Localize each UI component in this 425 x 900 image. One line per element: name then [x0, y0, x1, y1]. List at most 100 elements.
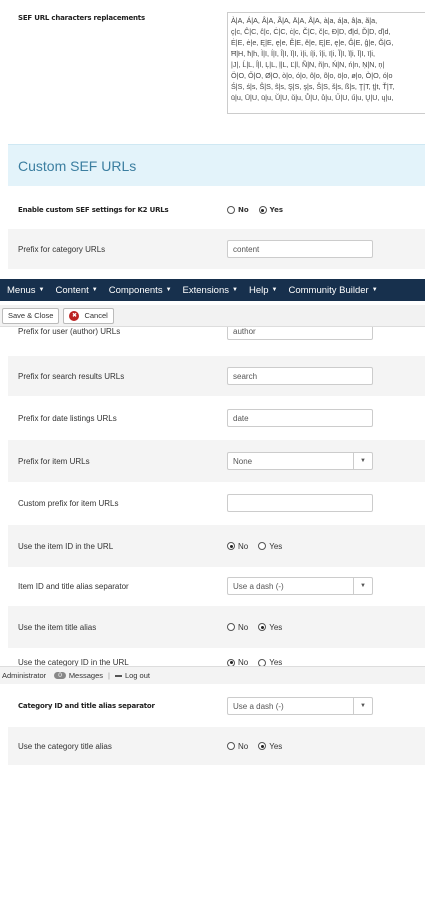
nav-components[interactable]: Components ▼ — [109, 285, 172, 296]
nav-help-label: Help — [248, 284, 269, 296]
sef-line: Ħ|H, ħ|h, Ì|I, Í|I, Î|I, Ï|I, ì|i, í|i, … — [231, 49, 375, 58]
custom-prefix-item-label: Custom prefix for item URLs — [18, 498, 119, 508]
use-category-alias-label: Use the category title alias — [18, 741, 112, 751]
use-category-id-radios: No Yes — [227, 658, 292, 666]
use-category-id-yes-option[interactable]: Yes — [258, 658, 282, 666]
use-item-id-label: Use the item ID in the URL — [18, 541, 114, 551]
use-item-alias-row: Use the item title alias No Yes — [8, 606, 425, 648]
use-item-id-row: Use the item ID in the URL No Yes — [8, 525, 425, 567]
radio-no[interactable] — [227, 658, 235, 666]
item-separator-select[interactable]: Use a dash (-) ▼ — [227, 577, 373, 595]
radio-no-label: No — [238, 622, 249, 632]
nav-community-builder-label: Community Builder — [288, 284, 369, 296]
radio-yes-label: Yes — [269, 206, 284, 214]
prefix-date-label: Prefix for date listings URLs — [18, 413, 117, 423]
item-separator-value: Use a dash (-) — [233, 581, 284, 591]
divider: | — [108, 671, 110, 680]
radio-yes[interactable] — [258, 206, 267, 214]
item-separator-label: Item ID and title alias separator — [18, 581, 129, 591]
radio-yes-label: Yes — [269, 658, 283, 666]
section-title: Custom SEF URLs — [18, 157, 137, 174]
nav-community-builder[interactable]: Community Builder ▼ — [288, 285, 377, 296]
caret-down-icon: ▼ — [38, 287, 45, 293]
radio-yes[interactable] — [258, 742, 267, 750]
admin-username[interactable]: Administrator — [2, 671, 46, 680]
nav-menus[interactable]: Menus ▼ — [7, 285, 44, 296]
chevron-down-icon: ▼ — [353, 578, 372, 594]
use-item-id-no-option[interactable]: No — [227, 542, 248, 551]
category-separator-select[interactable]: Use a dash (-) ▼ — [227, 697, 373, 715]
use-item-alias-no-option[interactable]: No — [227, 623, 248, 632]
custom-prefix-item-input[interactable] — [227, 494, 373, 512]
chevron-down-icon: ▼ — [353, 698, 372, 714]
use-category-id-no-option[interactable]: No — [227, 658, 248, 666]
prefix-search-label: Prefix for search results URLs — [18, 371, 125, 381]
cancel-label: Cancel — [84, 311, 108, 320]
sef-line: Ö|O, Ő|O, Ø|O, ò|o, ó|o, ô|o, õ|o, ö|o, … — [231, 71, 393, 80]
use-category-id-label: Use the category ID in the URL — [18, 658, 129, 666]
radio-yes[interactable] — [258, 623, 267, 631]
use-category-id-row: Use the category ID in the URL No Yes — [8, 649, 425, 666]
sef-replacements-textarea[interactable]: À|A, Á|A, Â|A, Ã|A, Ä|A, Å|A, à|a, á|a, … — [227, 12, 425, 114]
use-item-id-yes-option[interactable]: Yes — [258, 542, 282, 551]
sef-line: Ś|S, ś|s, Ŝ|S, ŝ|s, Ş|S, ş|s, Š|S, š|s, … — [231, 82, 395, 91]
section-header: Custom SEF URLs — [8, 144, 425, 186]
use-category-alias-no-option[interactable]: No — [227, 742, 248, 751]
radio-no[interactable] — [227, 623, 235, 631]
category-separator-label: Category ID and title alias separator — [18, 702, 155, 710]
caret-down-icon: ▼ — [91, 287, 98, 293]
prefix-search-input[interactable]: search — [227, 367, 373, 385]
toolbar: Save & Close ✖ Cancel — [0, 305, 425, 327]
admin-navbar: Menus ▼ Content ▼ Components ▼ Extensions ▼ … — [0, 279, 425, 301]
prefix-date-row: Prefix for date listings URLs date — [8, 398, 425, 438]
prefix-item-select[interactable]: None ▼ — [227, 452, 373, 470]
caret-down-icon: ▼ — [165, 287, 172, 293]
logout-link[interactable]: Log out — [125, 671, 150, 680]
enable-custom-no-option[interactable]: No — [227, 206, 249, 214]
use-item-alias-label: Use the item title alias — [18, 622, 97, 632]
use-category-alias-yes-option[interactable]: Yes — [258, 742, 282, 751]
sef-line: À|A, Á|A, Â|A, Ã|A, Ä|A, Å|A, à|a, á|a, … — [231, 16, 378, 25]
radio-no-label: No — [238, 541, 249, 551]
nav-extensions[interactable]: Extensions ▼ — [183, 285, 238, 296]
radio-no[interactable] — [227, 742, 235, 750]
radio-yes-label: Yes — [269, 541, 283, 551]
prefix-search-row: Prefix for search results URLs search — [8, 356, 425, 396]
enable-custom-sef-row: Enable custom SEF settings for K2 URLs N… — [8, 192, 425, 228]
nav-help[interactable]: Help ▼ — [249, 285, 278, 296]
use-category-alias-row: Use the category title alias No Yes — [8, 727, 425, 765]
radio-no-label: No — [238, 741, 249, 751]
prefix-item-label: Prefix for item URLs — [18, 456, 90, 466]
use-item-alias-yes-option[interactable]: Yes — [258, 623, 282, 632]
sef-line: |J|, Ĺ|L, ĺ|l, Ļ|L, ļ|L, Ľ|l, Ñ|N, ñ|n, … — [231, 60, 385, 69]
use-item-alias-radios: No Yes — [227, 623, 292, 632]
sef-line: ū|u, Ū|U, ū|u, Ŭ|U, ŭ|u, Ů|U, ů|u, Ű|U, … — [231, 93, 394, 102]
radio-no[interactable] — [227, 542, 235, 550]
radio-no[interactable] — [227, 206, 235, 214]
nav-content[interactable]: Content ▼ — [55, 285, 97, 296]
messages-count-badge[interactable]: 0 — [54, 672, 66, 679]
prefix-user-label: Prefix for user (author) URLs — [18, 327, 121, 336]
enable-custom-sef-radios: No Yes — [227, 206, 293, 214]
radio-yes[interactable] — [258, 658, 267, 666]
prefix-category-row: Prefix for category URLs content — [8, 229, 425, 269]
category-separator-value: Use a dash (-) — [233, 701, 284, 711]
nav-extensions-label: Extensions — [182, 284, 230, 296]
radio-no-label: No — [238, 206, 249, 214]
prefix-item-row: Prefix for item URLs None ▼ — [8, 440, 425, 482]
sef-replacements-label: SEF URL characters replacements — [18, 14, 145, 22]
radio-yes[interactable] — [258, 542, 267, 550]
prefix-date-input[interactable]: date — [227, 409, 373, 427]
radio-yes-label: Yes — [269, 622, 283, 632]
messages-link[interactable]: Messages — [69, 671, 103, 680]
enable-custom-yes-option[interactable]: Yes — [258, 206, 284, 214]
caret-down-icon: ▼ — [271, 287, 278, 293]
cancel-button[interactable]: ✖ Cancel — [63, 307, 114, 324]
custom-prefix-item-row: Custom prefix for item URLs — [8, 483, 425, 523]
category-separator-row: Category ID and title alias separator Us… — [8, 686, 425, 726]
use-category-alias-radios: No Yes — [227, 742, 292, 751]
radio-yes-label: Yes — [269, 741, 283, 751]
save-close-button[interactable]: Save & Close — [2, 307, 60, 324]
prefix-category-input[interactable]: content — [227, 240, 373, 258]
item-separator-row: Item ID and title alias separator Use a … — [8, 567, 425, 605]
